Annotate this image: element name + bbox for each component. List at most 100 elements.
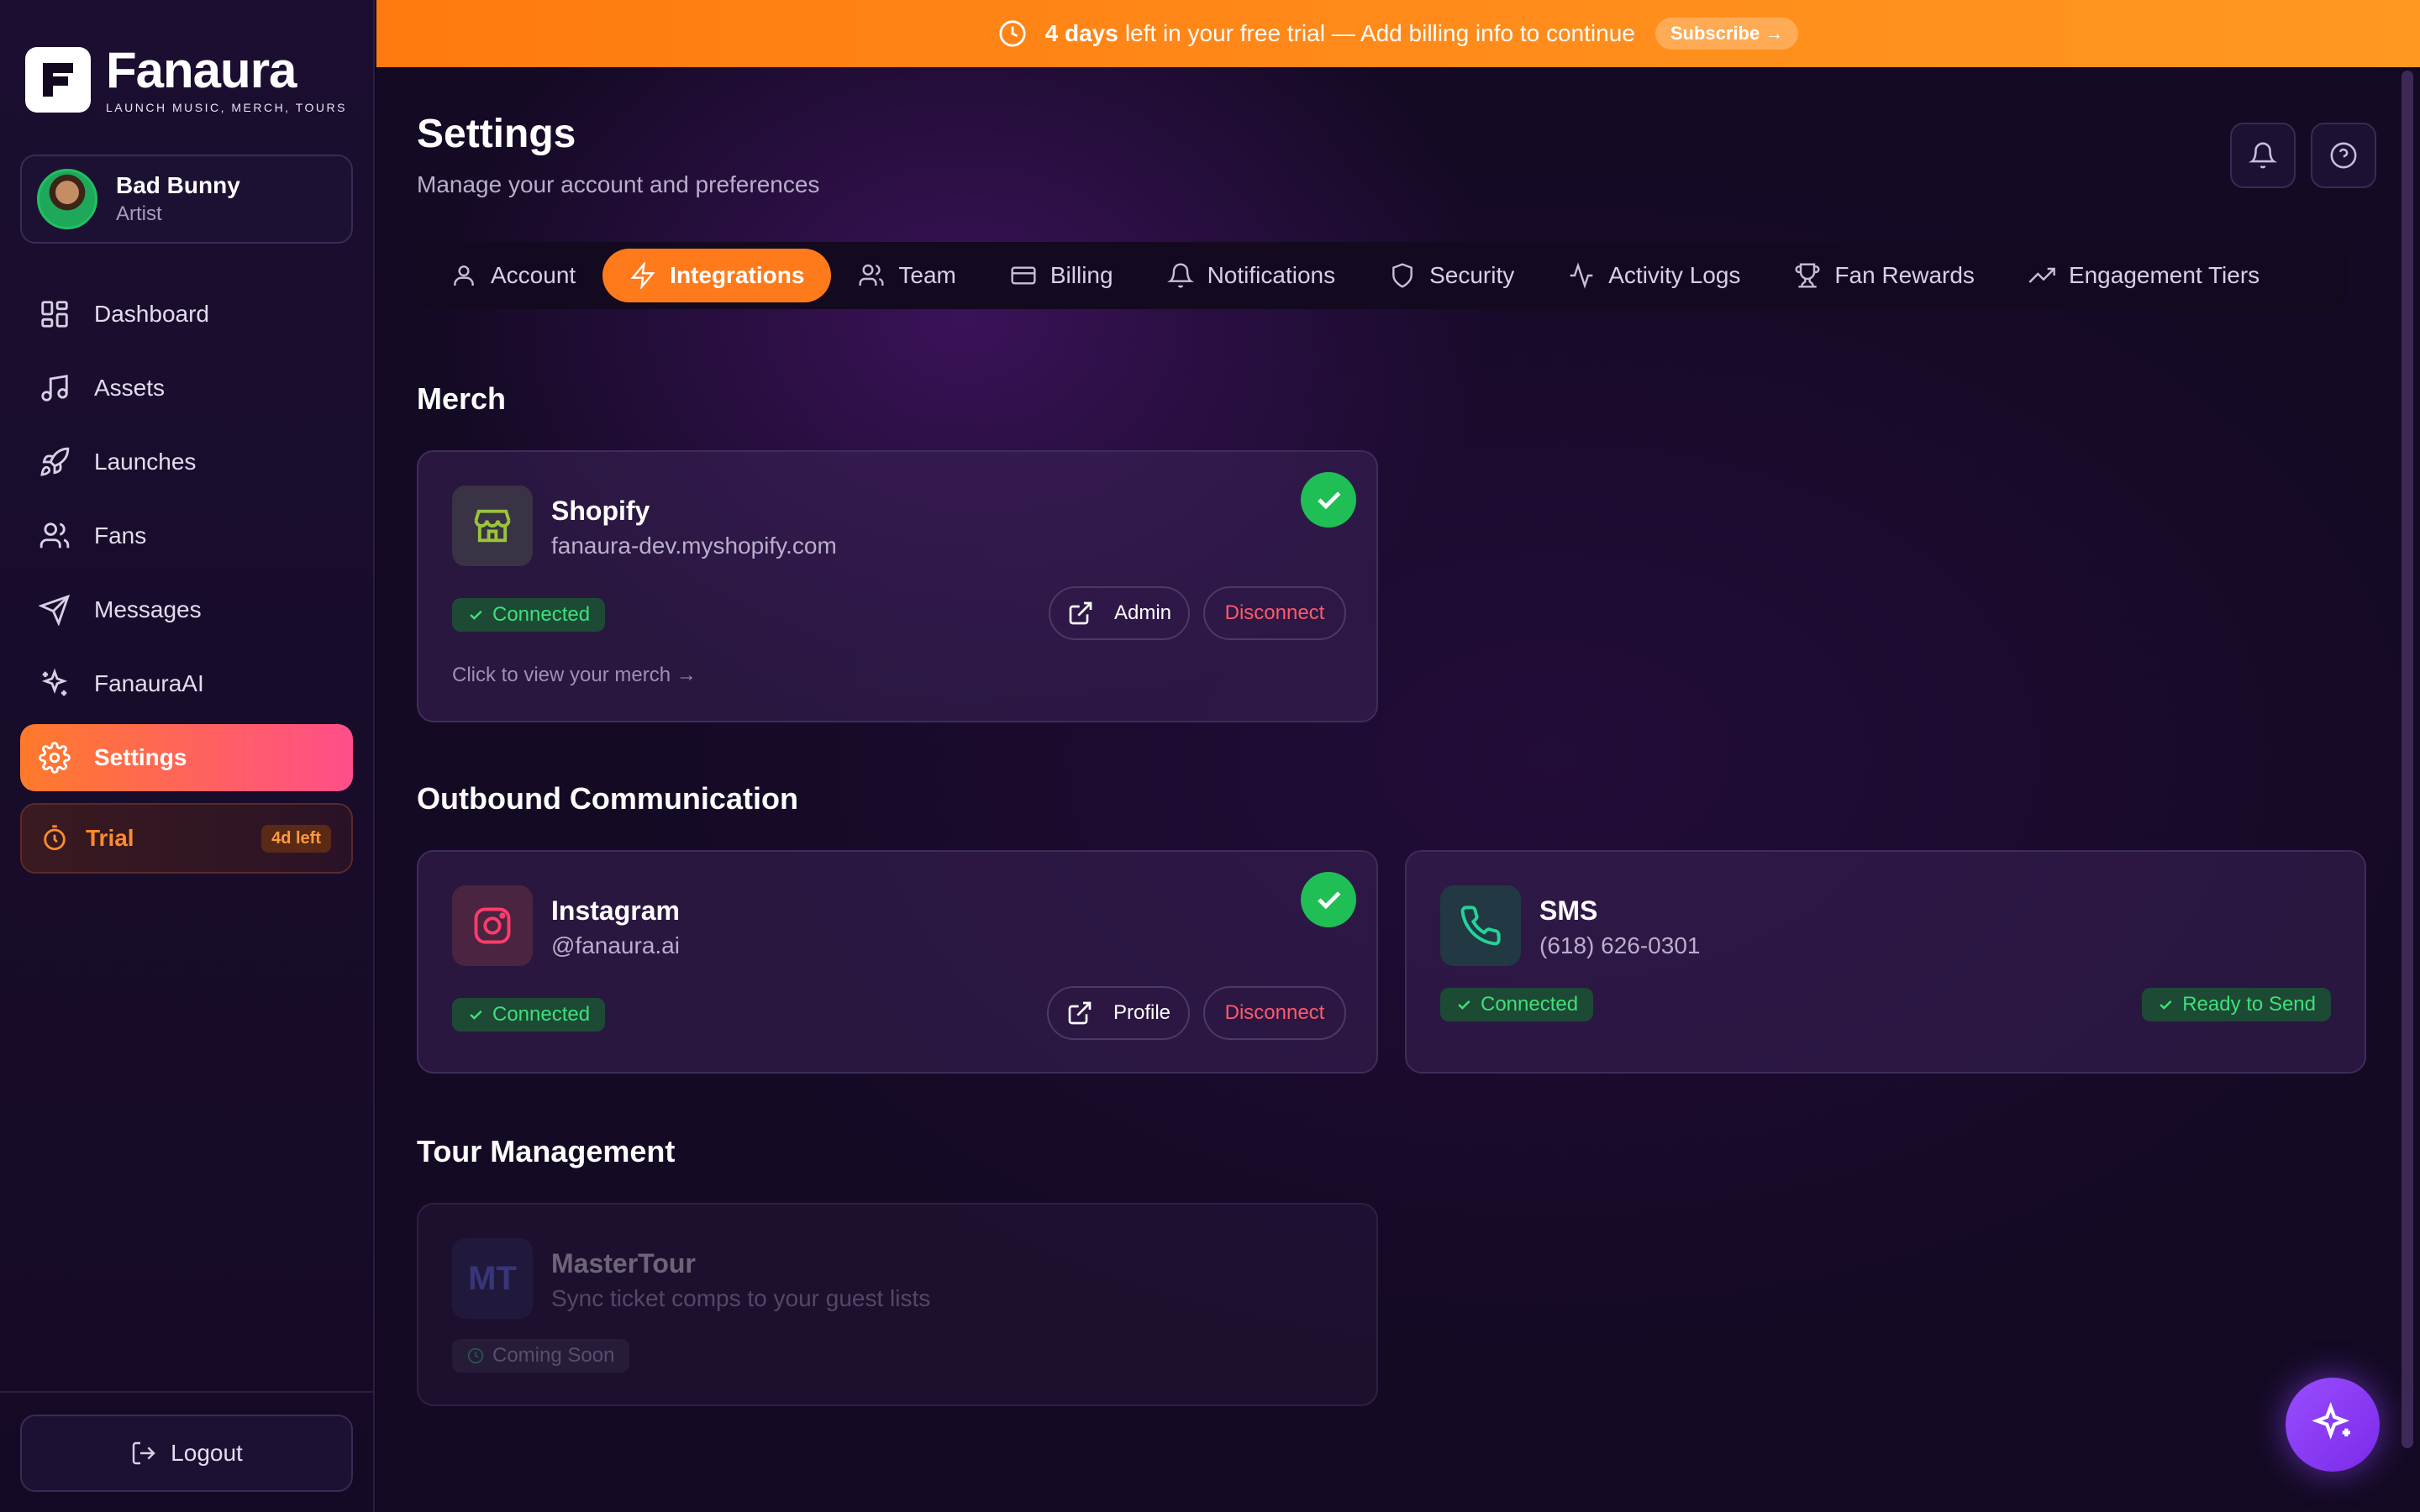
scrollbar[interactable] bbox=[2402, 71, 2413, 1448]
status-label: Connected bbox=[492, 1003, 591, 1026]
button-label: Profile bbox=[1113, 1001, 1171, 1024]
dashboard-icon bbox=[41, 301, 68, 328]
tab-label: Notifications bbox=[1207, 262, 1336, 288]
logout-button[interactable]: Logout bbox=[20, 1415, 353, 1492]
integration-detail: @fanaura.ai bbox=[551, 932, 680, 958]
integration-name: MasterTour bbox=[551, 1248, 696, 1278]
store-icon bbox=[474, 509, 511, 543]
integration-name: SMS bbox=[1539, 895, 1598, 926]
send-icon bbox=[39, 594, 71, 626]
sms-card[interactable]: SMS (618) 626-0301 Connected Ready to Se… bbox=[1405, 850, 2366, 1074]
mastertour-card: MT MasterTour Sync ticket comps to your … bbox=[417, 1203, 1378, 1406]
banner-days: 4 days bbox=[1044, 20, 1118, 46]
trial-button[interactable]: Trial 4d left bbox=[20, 803, 353, 874]
disconnect-button[interactable]: Disconnect bbox=[1203, 986, 1346, 1040]
instagram-card[interactable]: Instagram @fanaura.ai Connected Profile … bbox=[417, 850, 1378, 1074]
user-role: Artist bbox=[116, 202, 162, 225]
tab-label: Fan Rewards bbox=[1834, 262, 1975, 288]
phone-icon bbox=[1460, 906, 1501, 946]
ai-assistant-button[interactable] bbox=[2286, 1378, 2380, 1472]
ready-badge: Ready to Send bbox=[2142, 988, 2331, 1021]
section-title-tour: Tour Management bbox=[417, 1134, 676, 1168]
timer-icon bbox=[44, 825, 66, 851]
trial-label: Trial bbox=[86, 825, 134, 851]
sidebar-item-label: Settings bbox=[94, 744, 187, 770]
sidebar-item-launches[interactable]: Launches bbox=[20, 428, 353, 496]
users-icon bbox=[39, 522, 70, 549]
section-title-merch: Merch bbox=[417, 381, 507, 416]
status-label: Coming Soon bbox=[492, 1344, 615, 1367]
sidebar-item-settings[interactable]: Settings bbox=[20, 724, 353, 791]
tab-integrations[interactable]: Integrations bbox=[602, 249, 832, 302]
coming-soon-badge: Coming Soon bbox=[452, 1339, 630, 1373]
trending-up-icon bbox=[2028, 267, 2055, 283]
logout-icon bbox=[132, 1441, 155, 1465]
activity-icon bbox=[1570, 262, 1593, 289]
status-label: Connected bbox=[1481, 993, 1579, 1016]
page-subtitle: Manage your account and preferences bbox=[417, 171, 820, 197]
sidebar-item-assets[interactable]: Assets bbox=[20, 354, 353, 422]
check-icon bbox=[1458, 1000, 1470, 1010]
banner-text: left in your free trial — Add billing in… bbox=[1124, 20, 1635, 46]
sidebar-item-label: Dashboard bbox=[94, 301, 209, 327]
logo-mark-icon bbox=[25, 47, 91, 113]
tab-label: Team bbox=[898, 262, 956, 288]
view-merch-link[interactable]: Click to view your merch → bbox=[452, 664, 697, 687]
brand-tagline: LAUNCH MUSIC, MERCH, TOURS bbox=[106, 101, 347, 114]
lightning-icon bbox=[630, 262, 655, 289]
shopify-logo bbox=[452, 486, 533, 566]
connected-check-icon bbox=[1301, 472, 1356, 528]
button-label: Admin bbox=[1113, 601, 1172, 624]
logo[interactable]: Fanaura LAUNCH MUSIC, MERCH, TOURS bbox=[25, 45, 347, 114]
status-badge: Connected bbox=[1440, 988, 1594, 1021]
tab-security[interactable]: Security bbox=[1362, 249, 1541, 302]
sidebar-item-label: Fans bbox=[94, 522, 147, 549]
disconnect-button[interactable]: Disconnect bbox=[1203, 586, 1346, 640]
tab-activity-logs[interactable]: Activity Logs bbox=[1541, 249, 1767, 302]
sidebar-item-fanauraai[interactable]: FanauraAI bbox=[20, 650, 353, 717]
help-button[interactable] bbox=[2311, 123, 2376, 188]
tab-label: Account bbox=[491, 262, 576, 288]
tab-notifications[interactable]: Notifications bbox=[1140, 249, 1363, 302]
connected-check-icon bbox=[1301, 872, 1356, 927]
sidebar-item-messages[interactable]: Messages bbox=[20, 576, 353, 643]
brand-name: Fanaura bbox=[106, 42, 297, 98]
integration-name: Shopify bbox=[551, 496, 650, 526]
admin-button[interactable]: Admin bbox=[1049, 586, 1190, 640]
bell-icon bbox=[1166, 263, 1194, 288]
mastertour-logo-text: MT bbox=[468, 1259, 517, 1297]
shopify-card[interactable]: Shopify fanaura-dev.myshopify.com Connec… bbox=[417, 450, 1378, 722]
notifications-button[interactable] bbox=[2230, 123, 2296, 188]
tab-account[interactable]: Account bbox=[424, 249, 602, 302]
gear-icon bbox=[39, 742, 71, 774]
tab-billing[interactable]: Billing bbox=[983, 249, 1140, 302]
logout-label: Logout bbox=[171, 1440, 243, 1466]
tab-fan-rewards[interactable]: Fan Rewards bbox=[1767, 249, 2002, 302]
user-card[interactable]: Bad Bunny Artist bbox=[20, 155, 353, 244]
sidebar-item-fans[interactable]: Fans bbox=[20, 502, 353, 570]
clock-icon bbox=[467, 1347, 484, 1364]
tab-label: Activity Logs bbox=[1608, 262, 1741, 288]
check-icon bbox=[470, 610, 482, 620]
check-icon bbox=[2160, 1000, 2172, 1010]
trial-days-badge: 4d left bbox=[261, 825, 331, 853]
page-title: Settings bbox=[417, 112, 576, 156]
integration-name: Instagram bbox=[551, 895, 680, 926]
check-icon bbox=[470, 1010, 482, 1020]
rocket-icon bbox=[40, 447, 70, 476]
trial-banner: 4 days left in your free trial — Add bil… bbox=[376, 0, 2420, 67]
main-content: 4 days left in your free trial — Add bil… bbox=[376, 0, 2420, 1512]
tab-team[interactable]: Team bbox=[831, 249, 982, 302]
sparkles-icon bbox=[2312, 1401, 2350, 1440]
tab-engagement-tiers[interactable]: Engagement Tiers bbox=[2002, 249, 2286, 302]
subscribe-button[interactable]: Subscribe → bbox=[1655, 18, 1799, 50]
sidebar-item-dashboard[interactable]: Dashboard bbox=[20, 281, 353, 348]
user-icon bbox=[454, 265, 474, 286]
sparkles-icon bbox=[41, 668, 68, 696]
profile-button[interactable]: Profile bbox=[1047, 986, 1190, 1040]
ready-label: Ready to Send bbox=[2182, 993, 2316, 1016]
integration-detail: Sync ticket comps to your guest lists bbox=[551, 1285, 931, 1311]
avatar bbox=[37, 169, 97, 229]
sidebar: Fanaura LAUNCH MUSIC, MERCH, TOURS Bad B… bbox=[0, 0, 375, 1512]
sidebar-item-label: Assets bbox=[94, 375, 166, 401]
